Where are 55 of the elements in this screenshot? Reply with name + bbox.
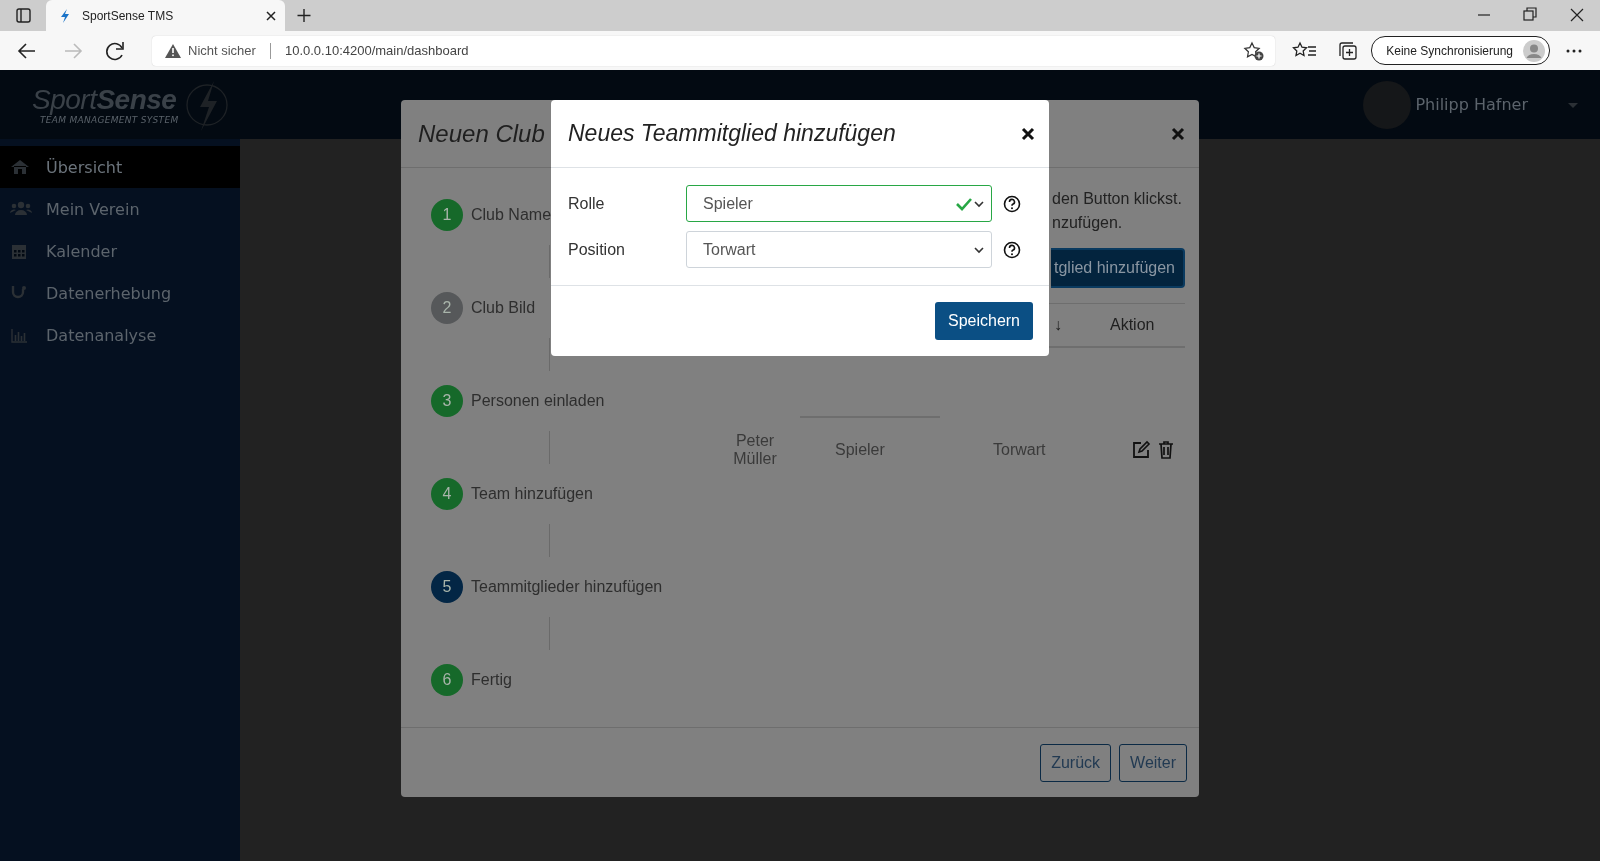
step-number: 1 [431, 199, 463, 231]
step-number: 5 [431, 571, 463, 603]
hint-text: nzufügen. [1052, 213, 1124, 233]
sidebar-item[interactable]: Datenanalyse [0, 314, 240, 356]
step-label[interactable]: Teammitglieder hinzufügen [471, 578, 663, 596]
step-label[interactable]: Club Name [471, 206, 552, 224]
field-label: Rolle [568, 194, 606, 213]
check-icon [955, 196, 973, 211]
close-icon[interactable] [265, 9, 277, 22]
logo-tagline: TEAM MANAGEMENT SYSTEM [40, 114, 179, 125]
sidebar-item[interactable]: Datenerhebung [0, 272, 240, 314]
hint-text: den Button klickst. [1052, 189, 1183, 209]
table-cell: Spieler [835, 441, 885, 459]
sidebar-item[interactable]: Übersicht [0, 146, 240, 188]
dialog-title: Neues Teammitglied hinzufügen [568, 120, 896, 147]
column-header[interactable]: Aktion [1110, 316, 1155, 334]
step-label[interactable]: Team hinzufügen [471, 485, 593, 503]
avatar-icon [1523, 39, 1545, 62]
trash-icon[interactable] [1157, 440, 1175, 460]
step-label[interactable]: Personen einladen [471, 392, 605, 410]
address-bar[interactable]: Nicht sicher 10.0.0.10:4200/main/dashboard [152, 35, 1276, 66]
security-label[interactable]: Nicht sicher [188, 43, 256, 58]
warning-icon [164, 42, 182, 59]
url-text: 10.0.0.10:4200/main/dashboard [284, 43, 469, 58]
step-number: 4 [431, 478, 463, 510]
add-member-button[interactable]: tglied hinzufügen [1051, 248, 1185, 288]
caret-icon [973, 198, 985, 209]
browser-tab[interactable]: SportSense TMS [46, 0, 285, 31]
step-label[interactable]: Fertig [471, 671, 512, 689]
step-number: 6 [431, 664, 463, 696]
field-label: Position [568, 240, 626, 259]
close-icon[interactable] [1021, 126, 1035, 141]
step-label[interactable]: Club Bild [471, 299, 536, 317]
tab-title: SportSense TMS [82, 8, 175, 23]
help-icon[interactable] [1003, 240, 1021, 259]
help-icon[interactable] [1003, 194, 1021, 213]
add-favorite-icon[interactable] [1243, 40, 1266, 61]
user-name[interactable]: Philipp Hafner [1415, 95, 1528, 114]
step-number: 3 [431, 385, 463, 417]
sidebar-item[interactable]: Kalender [0, 230, 240, 272]
sync-button[interactable]: Keine Synchronisierung [1371, 36, 1550, 65]
table-cell-text: Peter Müller [732, 432, 778, 468]
back-button[interactable]: Zurück [1040, 743, 1112, 782]
save-button[interactable]: Speichern [934, 302, 1033, 340]
caret-icon [973, 244, 985, 255]
wizard-title: Neuen Club [418, 119, 545, 148]
step-number: 2 [431, 292, 463, 324]
select-field[interactable]: Torwart [686, 231, 992, 268]
sidebar-item[interactable]: Mein Verein [0, 188, 240, 230]
table-cell: Torwart [993, 441, 1046, 459]
edit-icon[interactable] [1131, 440, 1151, 460]
select-field[interactable]: Spieler [686, 185, 992, 222]
next-button[interactable]: Weiter [1119, 743, 1187, 782]
users-icon [10, 200, 32, 218]
column-header[interactable]: ↓ [1054, 316, 1062, 334]
